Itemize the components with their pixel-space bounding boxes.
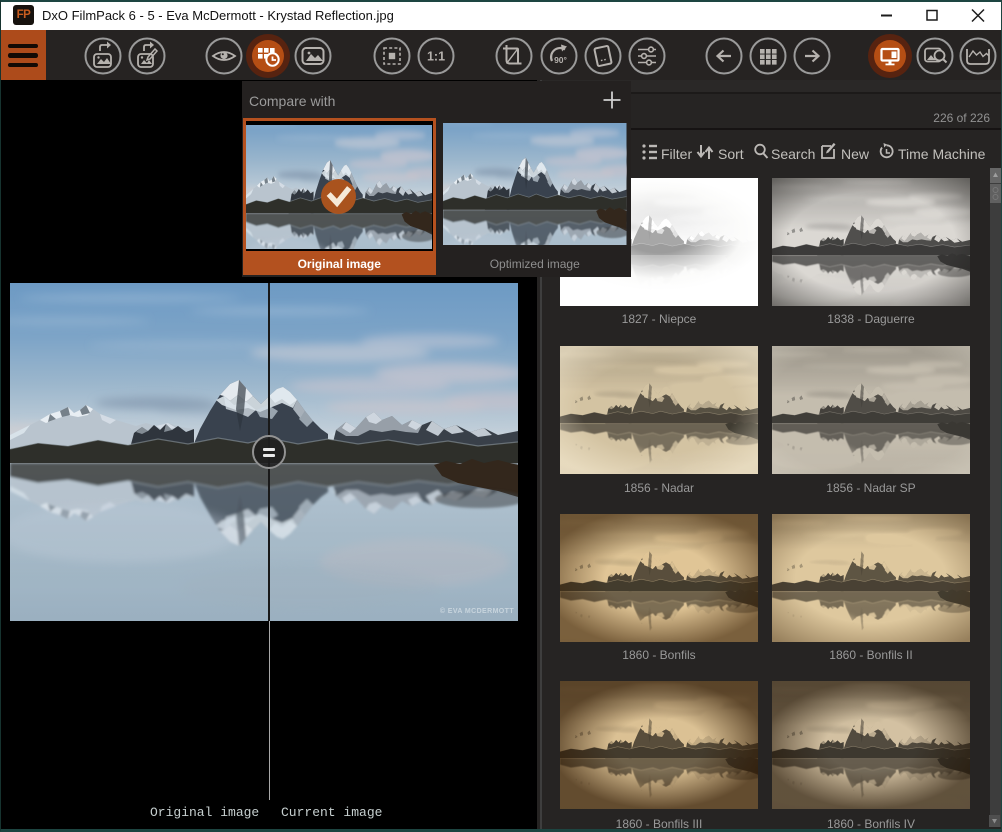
svg-text:1:1: 1:1 (427, 50, 445, 64)
svg-text:90°: 90° (554, 55, 567, 65)
